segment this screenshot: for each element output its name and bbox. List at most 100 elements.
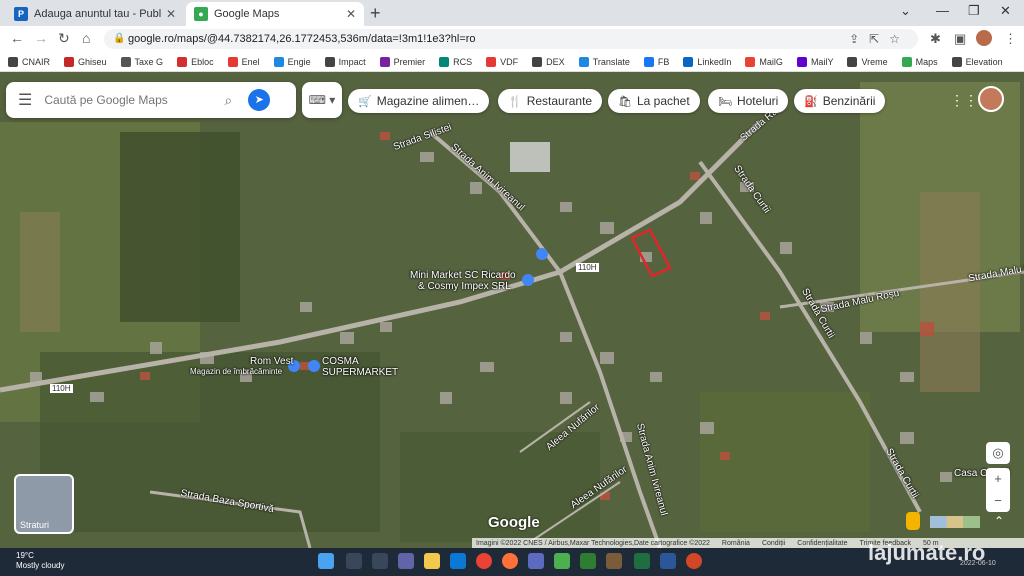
bookmark-item[interactable]: CNAIR: [8, 56, 50, 67]
road-shield: 110H: [50, 384, 73, 393]
zoom-out-button[interactable]: −: [986, 490, 1010, 512]
chrome-icon[interactable]: [476, 553, 492, 569]
privacy-link[interactable]: Confidențialitate: [797, 540, 847, 547]
poi-label[interactable]: Rom Vest: [250, 356, 293, 367]
bookmark-label: Elevation: [965, 56, 1003, 67]
chip-hotels[interactable]: 🛏 Hoteluri: [708, 89, 789, 113]
bookmark-favicon-icon: [643, 56, 654, 67]
bookmark-item[interactable]: Maps: [901, 56, 938, 67]
bookmark-item[interactable]: MailG: [745, 56, 783, 67]
address-bar[interactable]: 🔒 google.ro/maps/@44.7382174,26.1772453,…: [104, 29, 918, 49]
bookmark-label: Impact: [338, 56, 366, 67]
reload-icon[interactable]: ↻: [58, 30, 70, 47]
map-canvas[interactable]: Strada Silistei Strada Anim Ivireanul St…: [0, 72, 1024, 548]
terms-link[interactable]: Condiții: [762, 540, 785, 547]
close-icon[interactable]: ✕: [166, 7, 176, 21]
bookmark-item[interactable]: Translate: [578, 56, 630, 67]
poi-label[interactable]: Mini Market SC Ricardo: [410, 270, 516, 281]
extensions-icon[interactable]: ✱: [930, 31, 941, 47]
location-icon[interactable]: ◎: [986, 442, 1010, 464]
bookmark-item[interactable]: DEX: [532, 56, 565, 67]
poi-label[interactable]: COSMA: [322, 356, 359, 367]
bookmark-item[interactable]: Vreme: [847, 56, 888, 67]
bookmark-item[interactable]: VDF: [486, 56, 518, 67]
firefox-icon[interactable]: [502, 553, 518, 569]
zoom-in-button[interactable]: +: [986, 468, 1010, 490]
chip-restaurants[interactable]: 🍴 Restaurante: [498, 89, 603, 113]
directions-icon[interactable]: ➤: [248, 89, 271, 111]
edge-icon[interactable]: [450, 553, 466, 569]
bookmark-item[interactable]: MailY: [796, 56, 833, 67]
chip-takeout[interactable]: 🛍 La pachet: [608, 89, 700, 113]
avatar[interactable]: [978, 86, 1004, 112]
tab-search-icon[interactable]: ⌄: [900, 3, 911, 19]
imagery-thumbnails[interactable]: [930, 516, 980, 528]
system-date: 2022-06-10: [960, 560, 996, 567]
poi-label[interactable]: & Cosmy Impex SRL: [418, 281, 511, 292]
fuel-icon: ⛽: [804, 95, 818, 108]
search-icon[interactable]: ⌕: [224, 92, 232, 109]
bookmark-item[interactable]: Elevation: [951, 56, 1003, 67]
bookmark-label: DEX: [546, 56, 565, 67]
omnibox-actions[interactable]: ⇪⇱☆: [849, 29, 910, 49]
bookmark-item[interactable]: Taxe G: [120, 56, 163, 67]
forward-icon[interactable]: →: [34, 30, 48, 46]
chip-label: Hoteluri: [736, 94, 779, 108]
publi24-icon: P: [14, 7, 28, 21]
bookmark-label: FB: [657, 56, 670, 67]
close-window-icon[interactable]: ✕: [1000, 3, 1011, 19]
bookmark-item[interactable]: Enel: [227, 56, 260, 67]
country-link[interactable]: România: [722, 540, 750, 547]
excel-icon[interactable]: [634, 553, 650, 569]
expand-icon[interactable]: ⌃: [994, 514, 1004, 528]
search-icon[interactable]: [346, 553, 362, 569]
restore-icon[interactable]: ❐: [968, 3, 980, 19]
google-maps-icon: ●: [194, 7, 208, 21]
tab-google-maps[interactable]: ● Google Maps ✕: [186, 2, 364, 26]
profile-avatar[interactable]: [976, 30, 992, 46]
powerpoint-icon[interactable]: [686, 553, 702, 569]
bookmark-favicon-icon: [745, 56, 756, 67]
app-icon[interactable]: [580, 553, 596, 569]
new-tab-button[interactable]: +: [370, 3, 381, 24]
keyboard-icon[interactable]: ⌨ ▾: [302, 82, 342, 118]
bookmark-label: Ebloc: [191, 56, 214, 67]
bookmark-item[interactable]: Ghiseu: [64, 56, 107, 67]
weather-widget[interactable]: 19°C Mostly cloudy: [16, 551, 64, 571]
app-icon[interactable]: [554, 553, 570, 569]
bookmark-item[interactable]: Ebloc: [177, 56, 214, 67]
poi-label[interactable]: SUPERMARKET: [322, 367, 398, 378]
chip-groceries[interactable]: 🛒 Magazine alimen…: [348, 89, 490, 113]
bookmark-favicon-icon: [439, 56, 450, 67]
bookmarks-bar: CNAIR Ghiseu Taxe G Ebloc Enel Engie Impact Pre…: [0, 52, 1024, 72]
tab-publi24[interactable]: P Adauga anuntul tau - Publi24 ✕: [6, 2, 184, 26]
bookmark-item[interactable]: FB: [643, 56, 670, 67]
back-icon[interactable]: ←: [10, 30, 24, 46]
layers-button[interactable]: Straturi: [14, 474, 74, 534]
bookmark-label: Engie: [287, 56, 311, 67]
close-icon[interactable]: ✕: [346, 7, 356, 21]
bookmark-item[interactable]: Engie: [273, 56, 311, 67]
bookmark-favicon-icon: [64, 56, 75, 67]
file-explorer-icon[interactable]: [424, 553, 440, 569]
sidepanel-icon[interactable]: ▣: [954, 31, 966, 47]
bookmark-item[interactable]: LinkedIn: [683, 56, 732, 67]
poi-label[interactable]: Magazin de îmbrăcăminte: [190, 367, 282, 376]
menu-icon[interactable]: ⋮: [1004, 31, 1017, 47]
teams-icon[interactable]: [398, 553, 414, 569]
search-input[interactable]: [44, 93, 215, 107]
chip-gas-stations[interactable]: ⛽ Benzinării: [794, 89, 886, 113]
word-icon[interactable]: [660, 553, 676, 569]
bookmark-label: LinkedIn: [697, 56, 732, 67]
task-view-icon[interactable]: [372, 553, 388, 569]
pegman-icon[interactable]: [906, 512, 920, 530]
calculator-icon[interactable]: [528, 553, 544, 569]
home-icon[interactable]: ⌂: [82, 30, 90, 46]
bookmark-item[interactable]: Premier: [379, 56, 425, 67]
app-icon[interactable]: [606, 553, 622, 569]
bookmark-item[interactable]: Impact: [324, 56, 366, 67]
minimize-icon[interactable]: —: [936, 3, 949, 18]
start-icon[interactable]: [318, 553, 334, 569]
menu-icon[interactable]: ☰: [18, 90, 32, 110]
bookmark-item[interactable]: RCS: [439, 56, 472, 67]
